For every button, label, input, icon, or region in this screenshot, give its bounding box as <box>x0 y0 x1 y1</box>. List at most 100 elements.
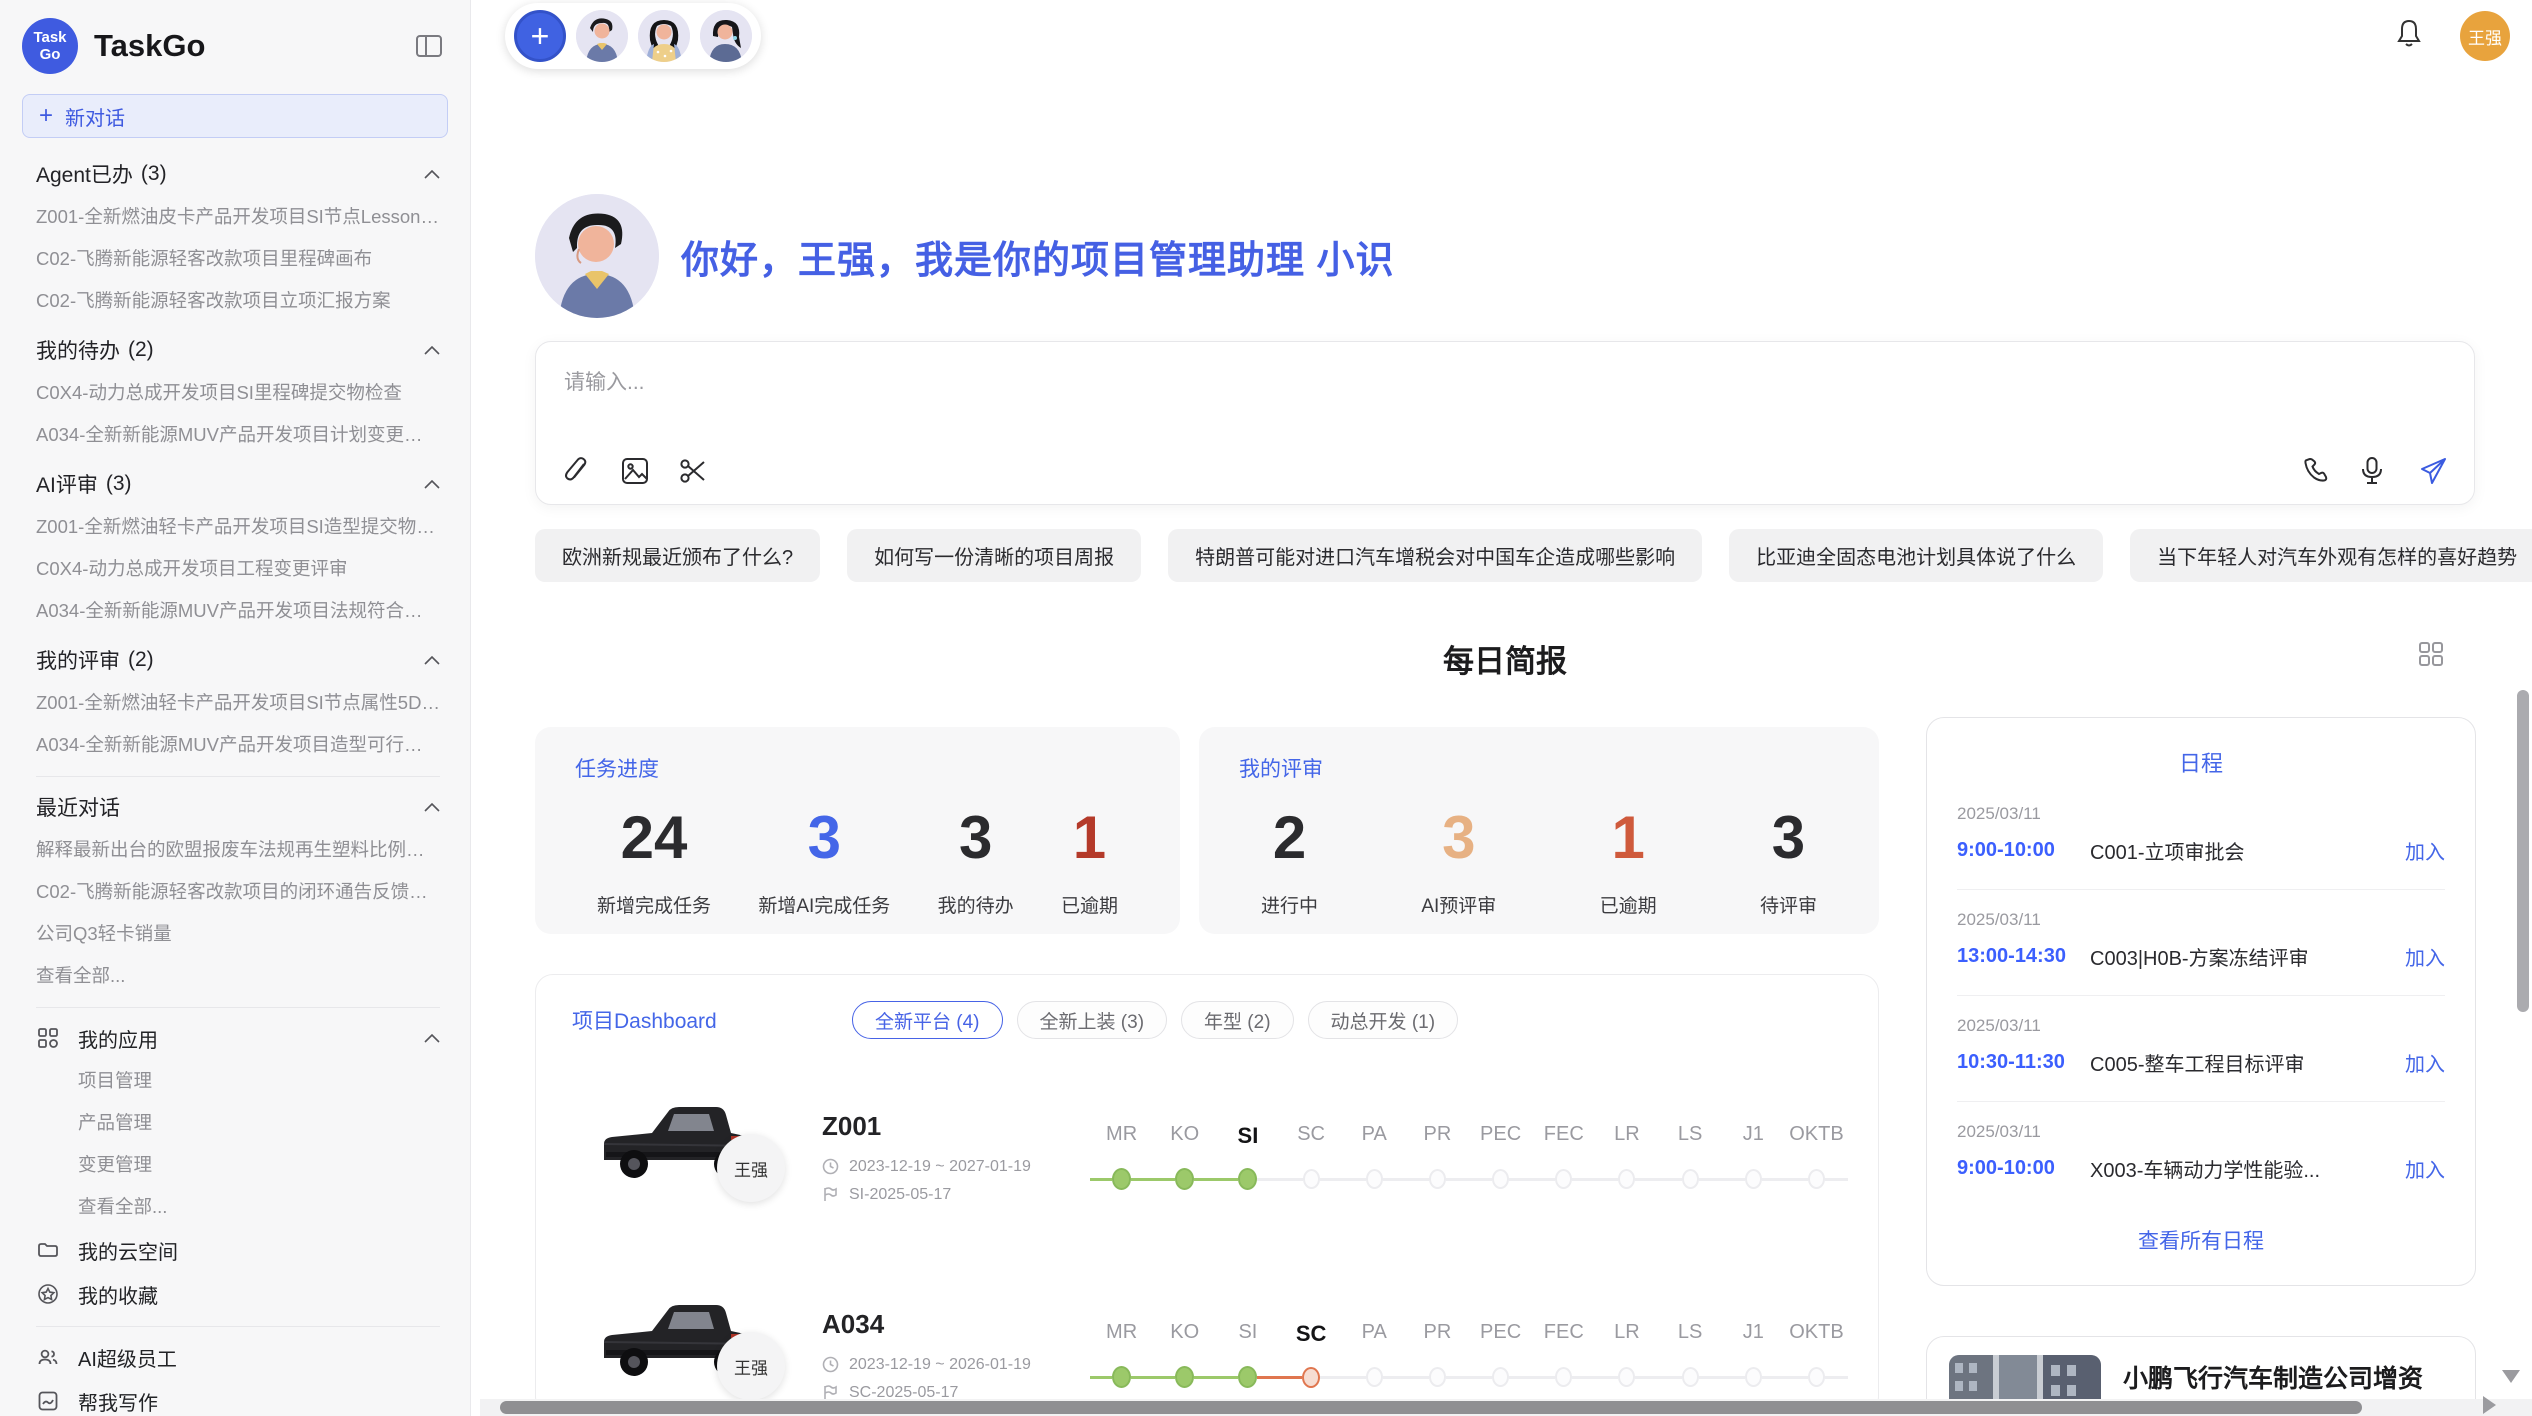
milestone-dot[interactable] <box>1618 1169 1635 1189</box>
join-link[interactable]: 加入 <box>2405 1154 2445 1183</box>
milestone-dot[interactable] <box>1175 1366 1194 1388</box>
sidebar-task-item[interactable]: A034-全新新能源MUV产品开发项目法规符合性评审 <box>36 590 440 632</box>
phone-icon[interactable] <box>2302 456 2332 486</box>
milestone-dot[interactable] <box>1112 1366 1131 1388</box>
milestone-label: LS <box>1659 1123 1722 1153</box>
sidebar-task-item[interactable]: Z001-全新燃油皮卡产品开发项目SI节点Lesson Learn报告 <box>36 196 440 238</box>
milestone-dot[interactable] <box>1492 1169 1509 1189</box>
sidebar-item-ai-employee[interactable]: AI超级员工 <box>36 1335 440 1379</box>
app-sub-item[interactable]: 查看全部... <box>78 1186 440 1228</box>
milestone-dot[interactable] <box>1682 1169 1699 1189</box>
user-avatar[interactable]: 王强 <box>2460 11 2510 61</box>
join-link[interactable]: 加入 <box>2405 836 2445 865</box>
join-link[interactable]: 加入 <box>2405 942 2445 971</box>
image-icon[interactable] <box>620 456 650 486</box>
sidebar-task-item[interactable]: A034-全新新能源MUV产品开发项目造型可行性评审 <box>36 724 440 766</box>
sidebar-task-item[interactable]: A034-全新新能源MUV产品开发项目计划变更表编写 <box>36 414 440 456</box>
milestone-dot[interactable] <box>1555 1169 1572 1189</box>
milestone-dot[interactable] <box>1238 1366 1257 1388</box>
recent-chat-item[interactable]: 解释最新出台的欧盟报废车法规再生塑料比例被调至15%... <box>36 829 440 871</box>
milestone-dot[interactable] <box>1745 1169 1762 1189</box>
section-agent-done[interactable]: Agent已办 (3) <box>36 152 440 196</box>
member-avatar[interactable] <box>638 10 690 62</box>
milestone-dot[interactable] <box>1808 1367 1825 1387</box>
milestone-dot[interactable] <box>1808 1169 1825 1189</box>
suggestion-chip[interactable]: 当下年轻人对汽车外观有怎样的喜好趋势 <box>2130 529 2532 582</box>
chat-input[interactable] <box>564 366 1881 426</box>
section-my-review[interactable]: 我的评审 (2) <box>36 638 440 682</box>
milestone-dot[interactable] <box>1555 1367 1572 1387</box>
member-avatar[interactable] <box>700 10 752 62</box>
project-row[interactable]: 王强 Z001 2023-12-19 ~ 2027-01-19 <box>572 1077 1878 1237</box>
sidebar-task-item[interactable]: Z001-全新燃油轻卡产品开发项目SI造型提交物评审 <box>36 506 440 548</box>
notification-bell-icon[interactable] <box>2394 17 2424 49</box>
milestone-dot[interactable] <box>1302 1367 1320 1388</box>
view-all-schedule-link[interactable]: 查看所有日程 <box>1957 1207 2445 1265</box>
milestone-dot[interactable] <box>1682 1367 1699 1387</box>
section-recent-chats[interactable]: 最近对话 <box>36 785 440 829</box>
milestone-segment <box>1131 1376 1153 1379</box>
milestone-label: PEC <box>1469 1321 1532 1351</box>
milestone-dot[interactable] <box>1429 1169 1446 1189</box>
milestone-dot[interactable] <box>1366 1367 1383 1387</box>
microphone-icon[interactable] <box>2360 456 2390 486</box>
milestone-dot[interactable] <box>1745 1367 1762 1387</box>
horizontal-scrollbar[interactable] <box>500 1401 2362 1414</box>
suggestion-chip[interactable]: 特朗普可能对进口汽车增税会对中国车企造成哪些影响 <box>1168 529 1702 582</box>
milestone-dot[interactable] <box>1366 1169 1383 1189</box>
sidebar-item-help-write[interactable]: 帮我写作 <box>36 1379 440 1416</box>
project-dashboard-card: 项目Dashboard 全新平台 (4)全新上装 (3)年型 (2)动总开发 (… <box>535 974 1879 1415</box>
project-row[interactable]: 王强 A034 2023-12-19 ~ 2026-01-19 <box>572 1275 1878 1415</box>
suggestion-chip[interactable]: 比亚迪全固态电池计划具体说了什么 <box>1729 529 2103 582</box>
section-my-review-list: Z001-全新燃油轻卡产品开发项目SI节点属性5D文件评审A034-全新新能源M… <box>36 682 440 766</box>
section-my-todo[interactable]: 我的待办 (2) <box>36 328 440 372</box>
suggestion-chip[interactable]: 欧洲新规最近颁布了什么? <box>535 529 820 582</box>
dashboard-tab[interactable]: 年型 (2) <box>1181 1001 1294 1039</box>
sidebar-item-cloud-space[interactable]: 我的云空间 <box>36 1228 440 1272</box>
recent-chat-item[interactable]: 公司Q3轻卡销量 <box>36 913 440 955</box>
milestone-dot[interactable] <box>1492 1367 1509 1387</box>
scroll-right-arrow[interactable] <box>2483 1396 2496 1414</box>
milestone-dot[interactable] <box>1303 1169 1320 1189</box>
suggestion-chip[interactable]: 如何写一份清晰的项目周报 <box>847 529 1141 582</box>
app-sub-item[interactable]: 变更管理 <box>78 1144 440 1186</box>
milestone: PA <box>1343 1321 1406 1389</box>
sidebar-task-item[interactable]: C0X4-动力总成开发项目SI里程碑提交物检查 <box>36 372 440 414</box>
recent-chat-item[interactable]: 查看全部... <box>36 955 440 997</box>
schedule-list: 2025/03/11 9:00-10:00 C001-立项审批会 加入 <box>1957 784 2445 1207</box>
scroll-down-arrow[interactable] <box>2502 1370 2520 1383</box>
section-ai-review[interactable]: AI评审 (3) <box>36 462 440 506</box>
app-sub-item[interactable]: 项目管理 <box>78 1060 440 1102</box>
milestone-track <box>1280 1365 1343 1389</box>
milestone-dot[interactable] <box>1112 1168 1131 1190</box>
milestone-dot[interactable] <box>1429 1367 1446 1387</box>
new-chat-button[interactable]: + 新对话 <box>22 94 448 138</box>
dashboard-header: 项目Dashboard 全新平台 (4)全新上装 (3)年型 (2)动总开发 (… <box>572 1001 1878 1039</box>
scissors-icon[interactable] <box>678 456 708 486</box>
stat-value: 3 <box>758 801 890 875</box>
recent-chat-item[interactable]: C02-飞腾新能源轻客改款项目的闭环通告反馈情况 <box>36 871 440 913</box>
sidebar-task-item[interactable]: C02-飞腾新能源轻客改款项目立项汇报方案 <box>36 280 440 322</box>
sidebar-item-favorites[interactable]: 我的收藏 <box>36 1272 440 1316</box>
sidebar-toggle-icon[interactable] <box>416 35 442 57</box>
sidebar-item-my-apps[interactable]: 我的应用 <box>36 1016 440 1060</box>
sidebar-task-item[interactable]: C02-飞腾新能源轻客改款项目里程碑画布 <box>36 238 440 280</box>
join-link[interactable]: 加入 <box>2405 1048 2445 1077</box>
sidebar-task-item[interactable]: C0X4-动力总成开发项目工程变更评审 <box>36 548 440 590</box>
task-progress-stats: 24 新增完成任务 3 新增AI完成任务 <box>575 801 1140 918</box>
attachment-icon[interactable] <box>562 456 592 486</box>
milestone-segment <box>1762 1376 1785 1379</box>
add-member-button[interactable]: + <box>514 10 566 62</box>
layout-grid-icon[interactable] <box>2417 640 2445 668</box>
app-sub-item[interactable]: 产品管理 <box>78 1102 440 1144</box>
dashboard-tab[interactable]: 全新上装 (3) <box>1017 1001 1168 1039</box>
milestone-dot[interactable] <box>1238 1168 1257 1190</box>
member-avatar[interactable] <box>576 10 628 62</box>
vertical-scrollbar[interactable] <box>2517 690 2529 1012</box>
dashboard-tab[interactable]: 全新平台 (4) <box>852 1001 1003 1039</box>
milestone-dot[interactable] <box>1618 1367 1635 1387</box>
milestone-dot[interactable] <box>1175 1168 1194 1190</box>
dashboard-tab[interactable]: 动总开发 (1) <box>1308 1001 1459 1039</box>
sidebar-task-item[interactable]: Z001-全新燃油轻卡产品开发项目SI节点属性5D文件评审 <box>36 682 440 724</box>
send-icon[interactable] <box>2418 456 2448 486</box>
